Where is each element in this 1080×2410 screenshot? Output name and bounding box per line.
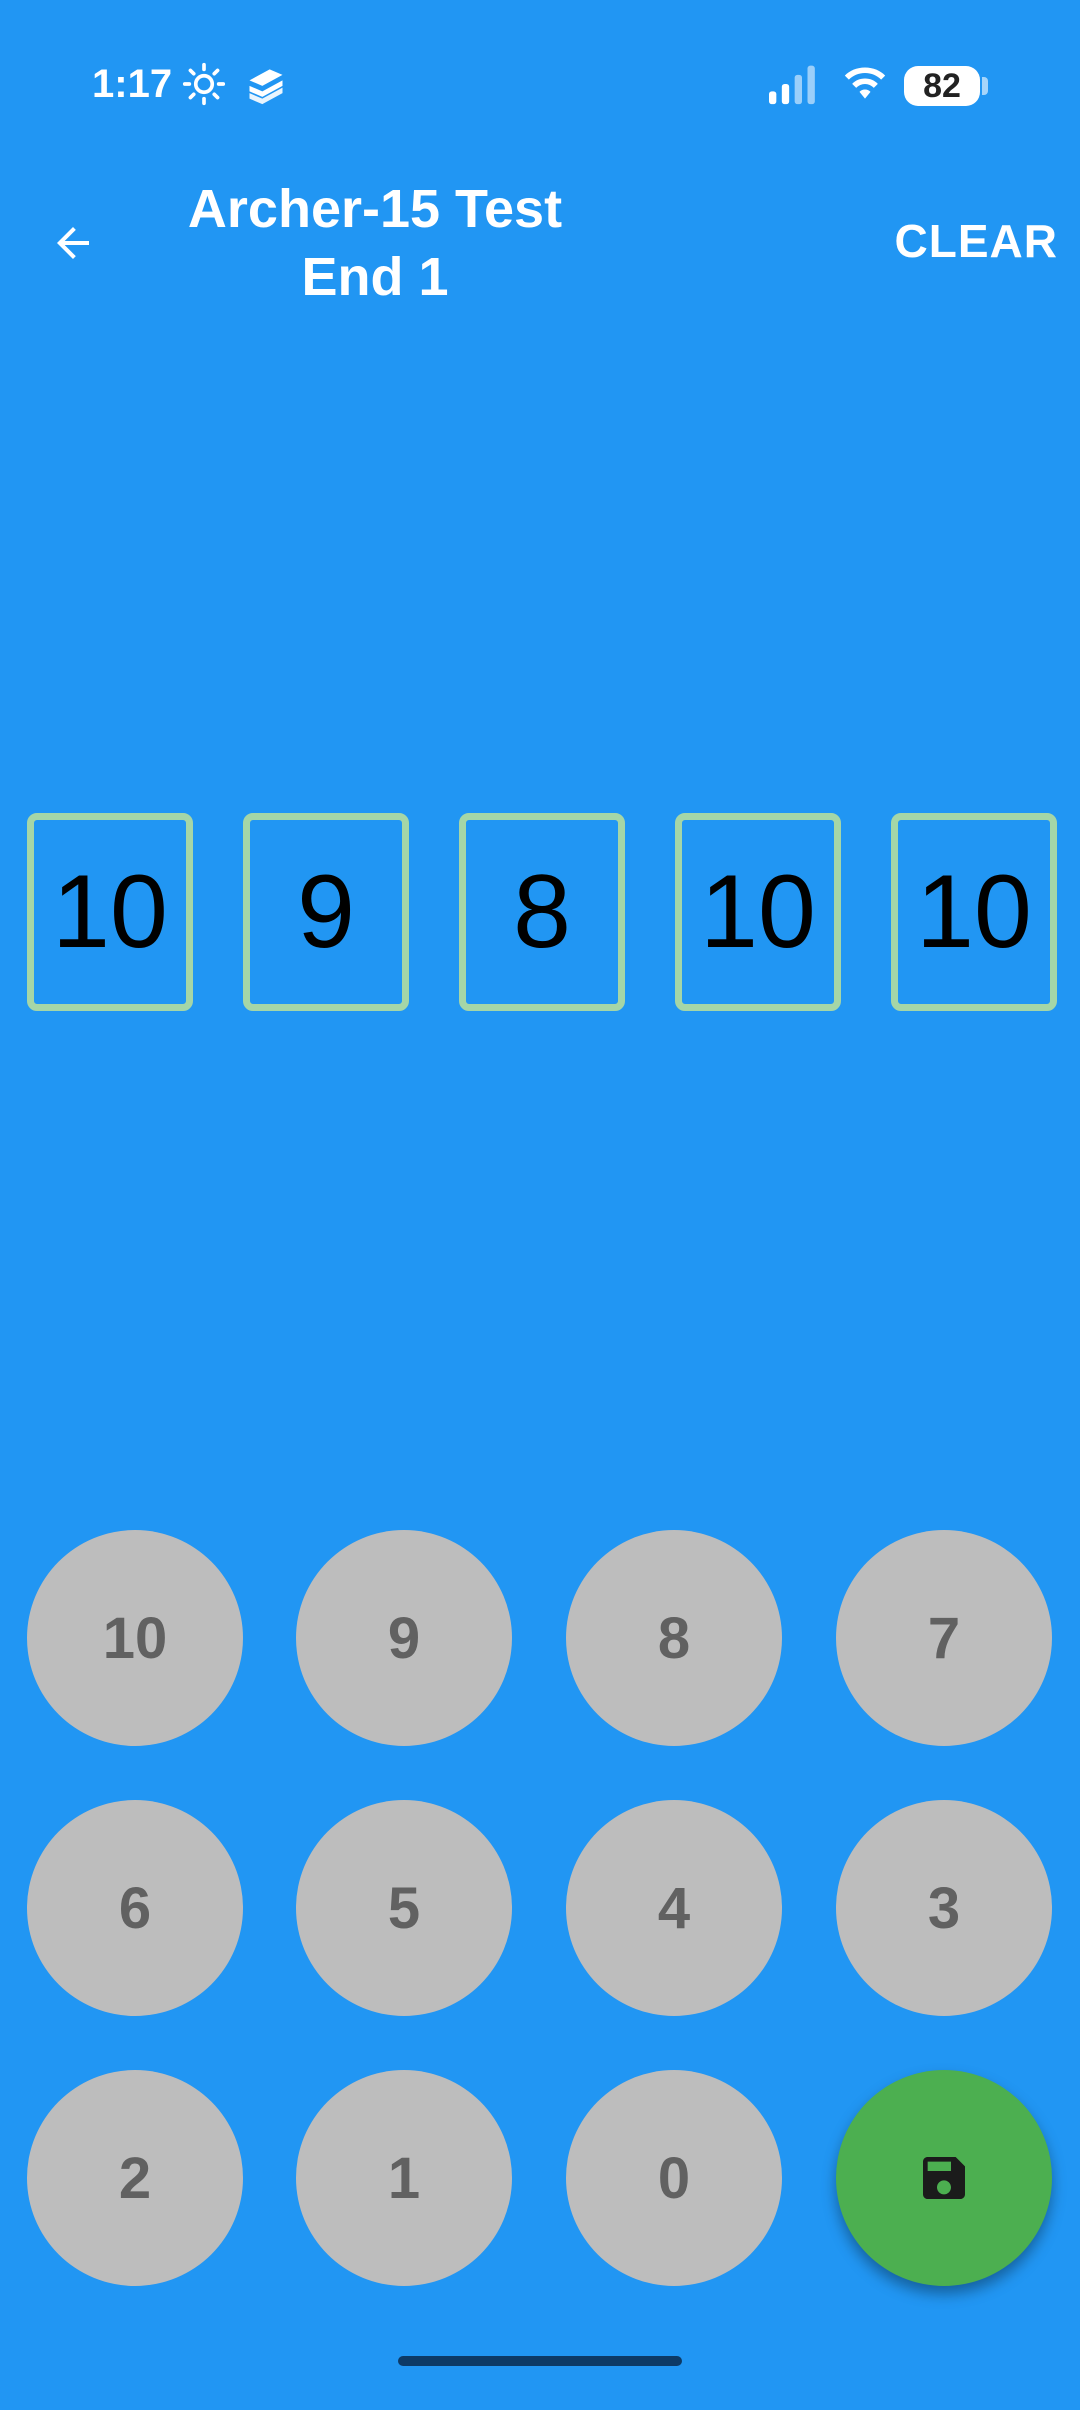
key-4[interactable]: 4	[566, 1800, 782, 2016]
arrow-left-icon	[57, 227, 89, 259]
signal-icon	[766, 62, 816, 106]
score-box-2[interactable]: 9	[243, 813, 409, 1011]
back-button[interactable]	[30, 200, 116, 286]
app-notification-icon	[244, 62, 288, 106]
battery-tip	[982, 77, 988, 95]
key-5[interactable]: 5	[296, 1800, 512, 2016]
key-0[interactable]: 0	[566, 2070, 782, 2286]
key-9[interactable]: 9	[296, 1530, 512, 1746]
key-10[interactable]: 10	[27, 1530, 243, 1746]
score-entry-screen: 1:17 82 Archer-15 Test End 1 CLEAR 10 9 …	[0, 0, 1080, 2410]
status-time: 1:17	[92, 62, 173, 106]
score-box-5[interactable]: 10	[891, 813, 1057, 1011]
key-3[interactable]: 3	[836, 1800, 1052, 2016]
title-line-2: End 1	[301, 247, 449, 307]
title-line-1: Archer-15 Test	[187, 179, 563, 239]
key-2[interactable]: 2	[27, 2070, 243, 2286]
wifi-icon	[840, 62, 890, 106]
page-title: Archer-15 Test End 1	[140, 175, 610, 311]
save-button[interactable]	[836, 2070, 1052, 2286]
clear-button[interactable]: CLEAR	[895, 214, 1058, 268]
key-1[interactable]: 1	[296, 2070, 512, 2286]
sun-icon	[182, 62, 226, 106]
battery-level: 82	[923, 66, 961, 105]
score-row: 10 9 8 10 10	[0, 813, 1080, 1011]
key-6[interactable]: 6	[27, 1800, 243, 2016]
key-7[interactable]: 7	[836, 1530, 1052, 1746]
battery-icon: 82	[904, 66, 980, 106]
key-8[interactable]: 8	[566, 1530, 782, 1746]
status-bar: 1:17 82	[0, 0, 1080, 170]
score-box-3[interactable]: 8	[459, 813, 625, 1011]
score-box-1[interactable]: 10	[27, 813, 193, 1011]
save-icon	[923, 2157, 965, 2199]
score-box-4[interactable]: 10	[675, 813, 841, 1011]
home-indicator[interactable]	[398, 2356, 682, 2366]
